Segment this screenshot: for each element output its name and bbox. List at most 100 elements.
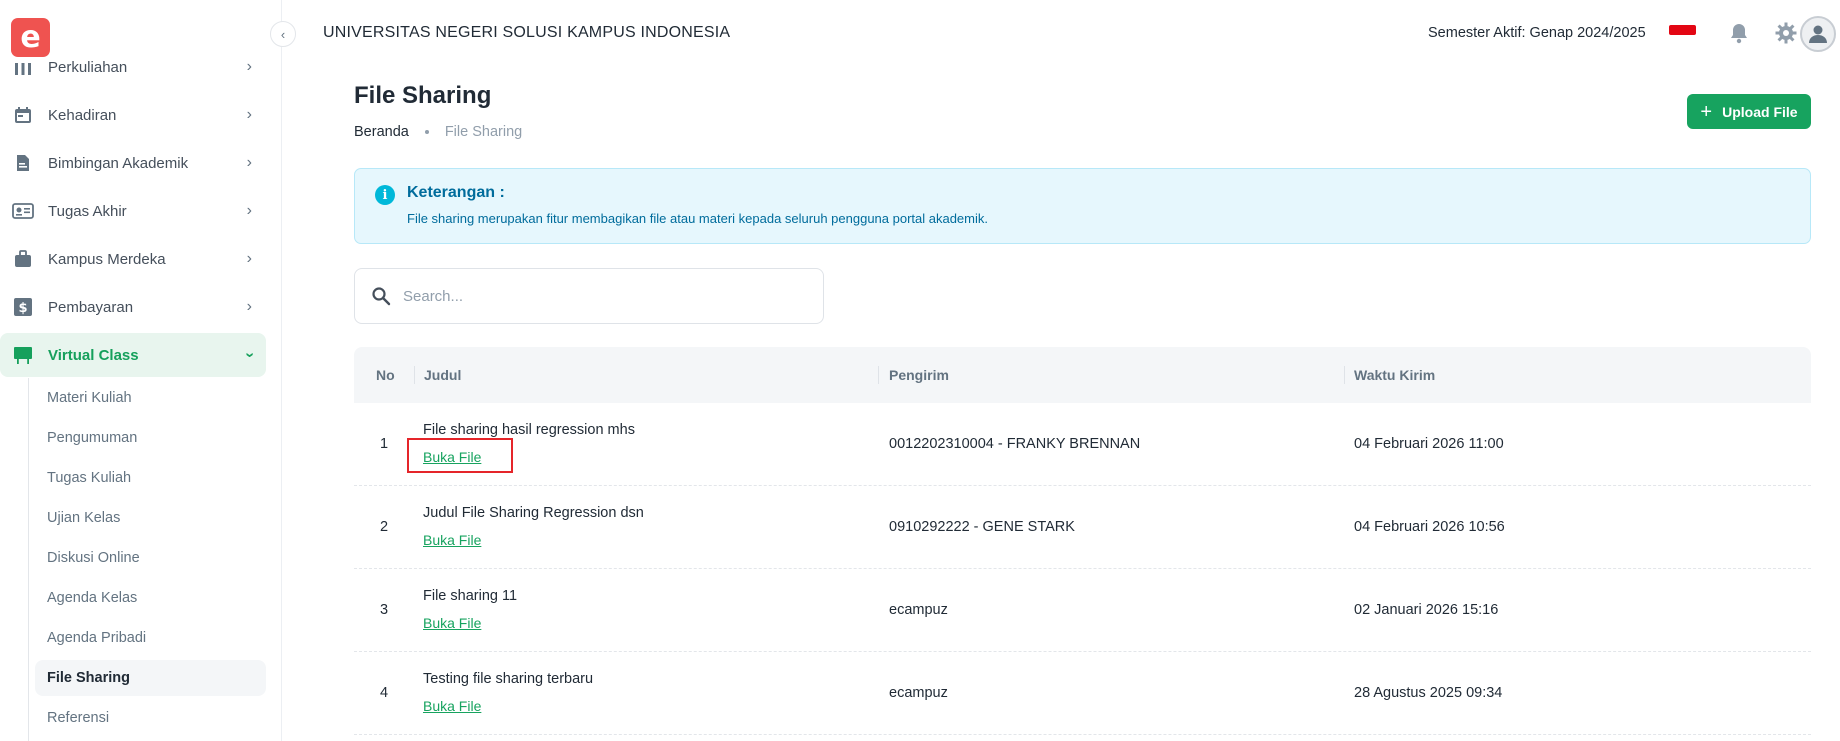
sent-time: 04 Februari 2026 11:00 (1354, 436, 1504, 452)
row-number: 4 (380, 685, 389, 701)
chevron-right-icon: › (246, 202, 252, 219)
gear-icon[interactable] (1774, 21, 1798, 45)
svg-text:$: $ (18, 301, 27, 316)
open-file-link[interactable]: Buka File (423, 615, 481, 631)
file-sharing-table: No Judul Pengirim Waktu Kirim 1 File sha… (354, 347, 1811, 735)
column-divider (1344, 366, 1345, 384)
subitem-label: File Sharing (47, 670, 130, 686)
row-number: 1 (380, 436, 389, 452)
upload-file-button[interactable]: + Upload File (1687, 94, 1811, 129)
active-semester: Semester Aktif: Genap 2024/2025 (1428, 25, 1646, 41)
table-row: 4 Testing file sharing terbaru Buka File… (354, 652, 1811, 735)
user-icon (1809, 25, 1827, 43)
info-title: Keterangan : (407, 184, 505, 201)
file-title: File sharing 11 (423, 588, 518, 604)
search-input[interactable] (403, 287, 803, 305)
search-icon (372, 287, 391, 306)
sidebar-item-virtual-class[interactable]: Virtual Class › (0, 333, 266, 377)
highlight-box (407, 438, 513, 473)
sidebar-item-label: Perkuliahan (48, 58, 128, 76)
bell-icon[interactable] (1727, 21, 1751, 45)
breadcrumb: Beranda File Sharing (354, 124, 522, 140)
sidebar-subitem-file-sharing[interactable]: File Sharing (35, 660, 266, 696)
column-header-pengirim[interactable]: Pengirim (889, 347, 949, 403)
chevron-right-icon: › (246, 106, 252, 123)
sidebar-subitem-diskusi-online[interactable]: Diskusi Online (35, 540, 266, 576)
sidebar-item-pembayaran[interactable]: $ Pembayaran › (0, 285, 266, 329)
file-sender: 0910292222 - GENE STARK (889, 519, 1075, 535)
open-file-link[interactable]: Buka File (423, 698, 481, 714)
chevron-right-icon: › (246, 154, 252, 171)
topbar: UNIVERSITAS NEGERI SOLUSI KAMPUS INDONES… (283, 0, 1840, 66)
column-header-waktu-kirim[interactable]: Waktu Kirim (1354, 347, 1435, 403)
subitem-label: Ujian Kelas (47, 510, 121, 526)
file-sender: ecampuz (889, 602, 948, 618)
sidebar-subitem-materi-kuliah[interactable]: Materi Kuliah (35, 380, 266, 416)
briefcase-icon (12, 248, 34, 270)
column-header-judul[interactable]: Judul (424, 347, 461, 403)
upload-file-label: Upload File (1722, 103, 1798, 120)
subitem-label: Materi Kuliah (47, 390, 132, 406)
document-icon (12, 152, 34, 174)
sidebar: Perkuliahan › e Kehadiran › Bimbingan Ak… (0, 0, 282, 741)
file-title: Testing file sharing terbaru (423, 671, 594, 687)
sent-time: 28 Agustus 2025 09:34 (1354, 685, 1503, 701)
university-name: UNIVERSITAS NEGERI SOLUSI KAMPUS INDONES… (323, 24, 731, 41)
table-row: 1 File sharing hasil regression mhs Buka… (354, 403, 1811, 486)
language-flag-icon[interactable] (1669, 25, 1696, 35)
chevron-down-icon: › (241, 352, 259, 358)
open-file-link[interactable]: Buka File (423, 532, 481, 548)
sidebar-subitem-ujian-kelas[interactable]: Ujian Kelas (35, 500, 266, 536)
chevron-right-icon: › (246, 250, 252, 267)
sidebar-item-label: Tugas Akhir (48, 202, 127, 220)
plus-icon: + (1700, 100, 1713, 123)
subitem-label: Tugas Kuliah (47, 470, 132, 486)
subitem-label: Referensi (47, 710, 110, 726)
sidebar-subitem-tugas-kuliah[interactable]: Tugas Kuliah (35, 460, 266, 496)
chevron-right-icon: › (246, 58, 252, 75)
row-number: 3 (380, 602, 389, 618)
subitem-label: Agenda Kelas (47, 590, 138, 606)
sidebar-item-bimbingan-akademik[interactable]: Bimbingan Akademik › (0, 141, 266, 185)
sidebar-subitem-agenda-pribadi[interactable]: Agenda Pribadi (35, 620, 266, 656)
table-row: 3 File sharing 11 Buka File ecampuz 02 J… (354, 569, 1811, 652)
breadcrumb-current: File Sharing (444, 124, 523, 140)
table-header: No Judul Pengirim Waktu Kirim (354, 347, 1811, 403)
sidebar-item-tugas-akhir[interactable]: Tugas Akhir › (0, 189, 266, 233)
subitem-label: Agenda Pribadi (47, 630, 147, 646)
search-box (354, 268, 824, 324)
file-title: File sharing hasil regression mhs (423, 422, 635, 438)
sidebar-item-label: Pembayaran (48, 298, 134, 316)
sidebar-item-kehadiran[interactable]: Kehadiran › (0, 93, 266, 137)
id-card-icon (12, 200, 34, 222)
chevron-left-icon: ‹ (280, 26, 286, 42)
file-sender: ecampuz (889, 685, 948, 701)
sidebar-item-label: Kampus Merdeka (48, 250, 166, 268)
chevron-right-icon: › (246, 298, 252, 315)
calendar-icon (12, 104, 34, 126)
breadcrumb-separator (424, 130, 429, 134)
row-number: 2 (380, 519, 389, 535)
sidebar-subitem-pengumuman[interactable]: Pengumuman (35, 420, 266, 456)
page-title: File Sharing (354, 82, 492, 109)
dollar-icon: $ (12, 296, 34, 318)
sidebar-item-label: Virtual Class (48, 346, 139, 364)
sidebar-subitem-referensi[interactable]: Referensi (35, 700, 266, 736)
file-title: Judul File Sharing Regression dsn (423, 505, 644, 521)
submenu-divider (28, 378, 29, 741)
column-header-no[interactable]: No (376, 347, 395, 403)
subitem-label: Pengumuman (47, 430, 138, 446)
building-icon (12, 56, 34, 78)
sidebar-collapse-button[interactable]: ‹ (270, 21, 296, 47)
sidebar-subitem-agenda-kelas[interactable]: Agenda Kelas (35, 580, 266, 616)
file-sender: 0012202310004 - FRANKY BRENNAN (889, 436, 1141, 452)
sidebar-item-label: Bimbingan Akademik (48, 154, 189, 172)
logo-letter: e (20, 20, 41, 55)
breadcrumb-home[interactable]: Beranda (354, 124, 409, 140)
user-avatar[interactable] (1800, 16, 1836, 52)
app-logo[interactable]: e (11, 18, 50, 57)
info-icon: i (375, 185, 395, 205)
column-divider (878, 366, 879, 384)
board-icon (12, 344, 34, 366)
sidebar-item-kampus-merdeka[interactable]: Kampus Merdeka › (0, 237, 266, 281)
